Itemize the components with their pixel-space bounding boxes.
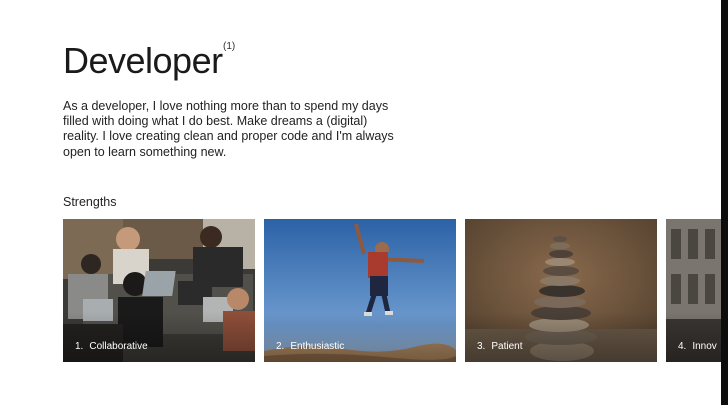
page-heading: Developer (1) [63, 40, 235, 82]
card-shade [264, 312, 456, 362]
strength-caption: 2. Enthusiastic [276, 341, 344, 352]
strength-card-innovative[interactable]: 4. Innov [666, 219, 728, 362]
strength-label: Innov [692, 341, 717, 352]
strengths-carousel[interactable]: 1. Collaborative 2. Enthusiastic 3. Pati… [63, 219, 728, 362]
strength-number: 1. [75, 341, 84, 352]
strength-caption: 3. Patient [477, 341, 522, 352]
strength-caption: 1. Collaborative [75, 341, 148, 352]
strength-card-collaborative[interactable]: 1. Collaborative [63, 219, 255, 362]
strength-label: Collaborative [89, 341, 148, 352]
card-shade [465, 312, 657, 362]
footnote-marker: (1) [223, 41, 236, 52]
strength-number: 2. [276, 341, 285, 352]
card-shade [63, 312, 255, 362]
intro-paragraph: As a developer, I love nothing more than… [63, 99, 394, 159]
strength-label: Enthusiastic [290, 341, 345, 352]
right-edge-scrollbar[interactable] [721, 0, 728, 405]
strength-caption: 4. Innov [678, 341, 717, 352]
strengths-heading: Strengths [63, 195, 117, 209]
strength-card-enthusiastic[interactable]: 2. Enthusiastic [264, 219, 456, 362]
page-title: Developer [63, 40, 223, 81]
strength-number: 3. [477, 341, 486, 352]
card-shade [666, 312, 728, 362]
strength-card-patient[interactable]: 3. Patient [465, 219, 657, 362]
strength-label: Patient [491, 341, 523, 352]
strength-number: 4. [678, 341, 687, 352]
